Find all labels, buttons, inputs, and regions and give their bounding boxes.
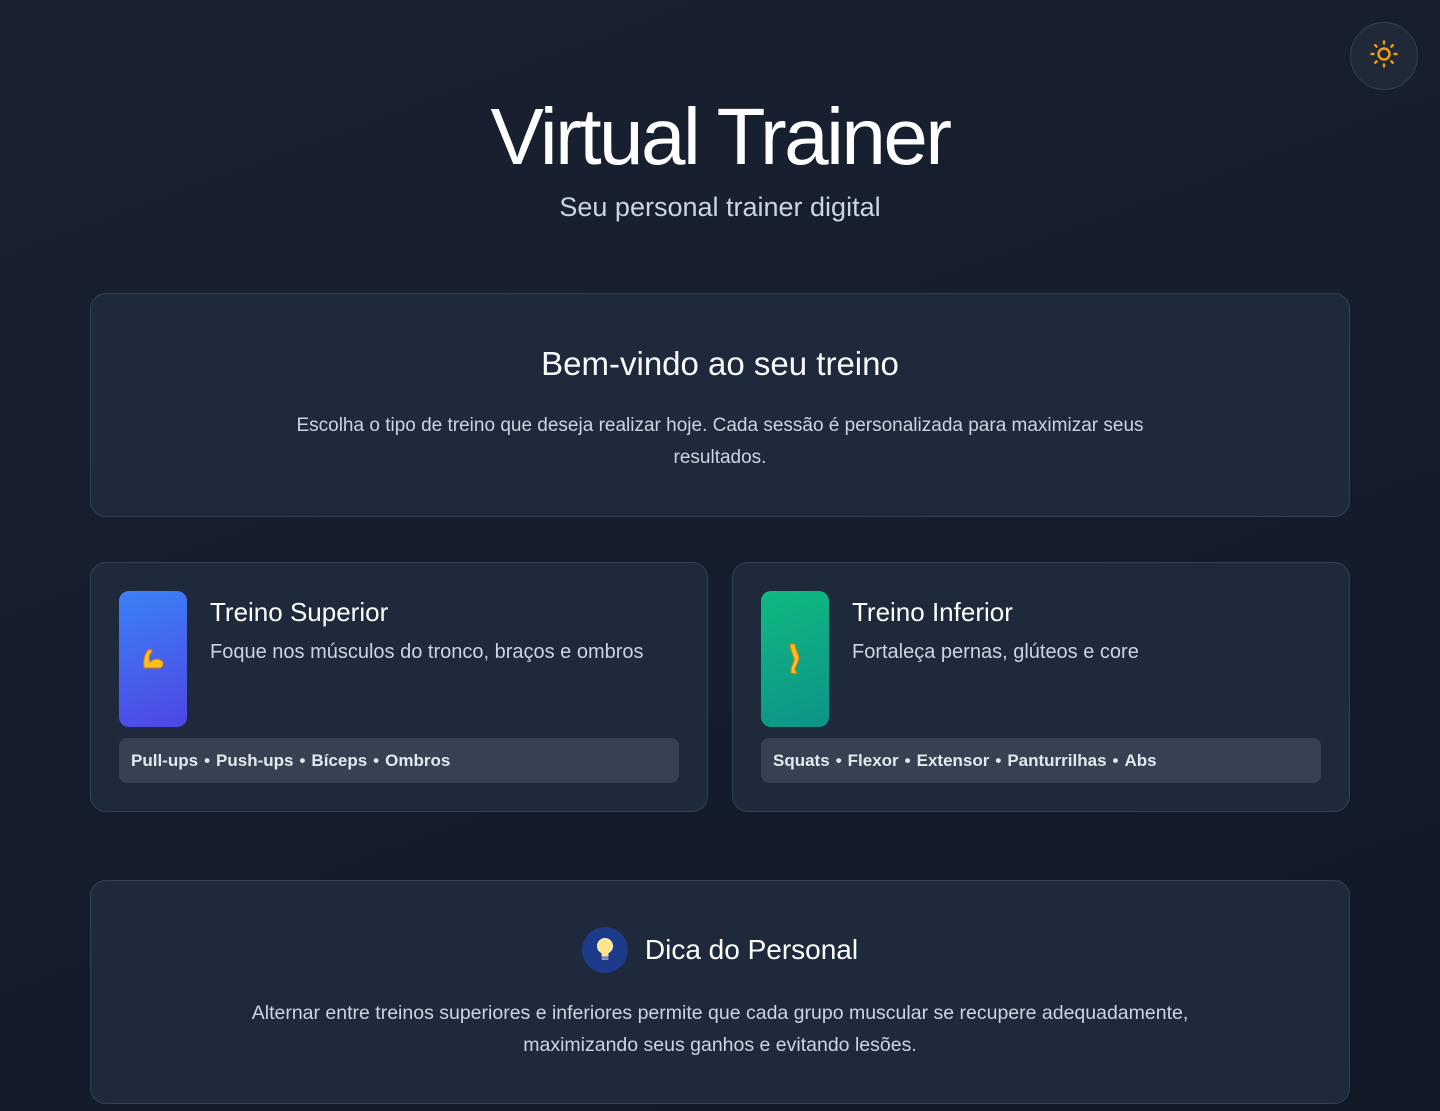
lower-exercise-list: Squats • Flexor • Extensor • Panturrilhas • … xyxy=(761,738,1321,783)
exercise-tag: Push-ups xyxy=(216,750,294,770)
leg-icon xyxy=(761,591,829,727)
tip-text: Alternar entre treinos superiores e infe… xyxy=(251,1002,1189,1056)
theme-toggle-button[interactable] xyxy=(1350,22,1418,90)
exercise-tag: Panturrilhas xyxy=(1007,750,1107,770)
tip-heading: Dica do Personal xyxy=(644,934,859,965)
sun-icon xyxy=(1369,39,1399,74)
tip-header: Dica do Personal xyxy=(91,927,1349,973)
exercise-tag: Ombros xyxy=(385,750,451,770)
welcome-card: Bem-vindo ao seu treino Escolha o tipo d… xyxy=(90,293,1350,517)
flexed-biceps-icon xyxy=(119,591,187,727)
welcome-text: Escolha o tipo de treino que deseja real… xyxy=(296,415,1144,468)
welcome-heading: Bem-vindo ao seu treino xyxy=(541,345,899,382)
lower-workout-description: Fortaleça pernas, glúteos e core xyxy=(852,641,1139,663)
upper-workout-description: Foque nos músculos do tronco, braços e o… xyxy=(210,641,644,663)
exercise-tag: Abs xyxy=(1124,750,1157,770)
exercise-tag: Flexor xyxy=(847,750,899,770)
lower-workout-card[interactable]: Treino Inferior Fortaleça pernas, glúteo… xyxy=(732,562,1350,812)
light-bulb-icon xyxy=(581,927,628,973)
page-header: Virtual Trainer Seu personal trainer dig… xyxy=(0,92,1440,224)
upper-workout-title: Treino Superior xyxy=(210,597,389,627)
exercise-tag: Extensor xyxy=(916,750,990,770)
lower-workout-title: Treino Inferior xyxy=(852,597,1013,627)
exercise-tag: Bíceps xyxy=(311,750,368,770)
page-title: Virtual Trainer xyxy=(490,92,952,181)
tip-card: Dica do Personal Alternar entre treinos … xyxy=(90,880,1350,1104)
page-subtitle: Seu personal trainer digital xyxy=(559,192,881,222)
upper-workout-card[interactable]: Treino Superior Foque nos músculos do tr… xyxy=(90,562,708,812)
exercise-tag: Pull-ups xyxy=(131,750,199,770)
exercise-tag: Squats xyxy=(773,750,830,770)
upper-exercise-list: Pull-ups • Push-ups • Bíceps • Ombros xyxy=(119,738,679,783)
